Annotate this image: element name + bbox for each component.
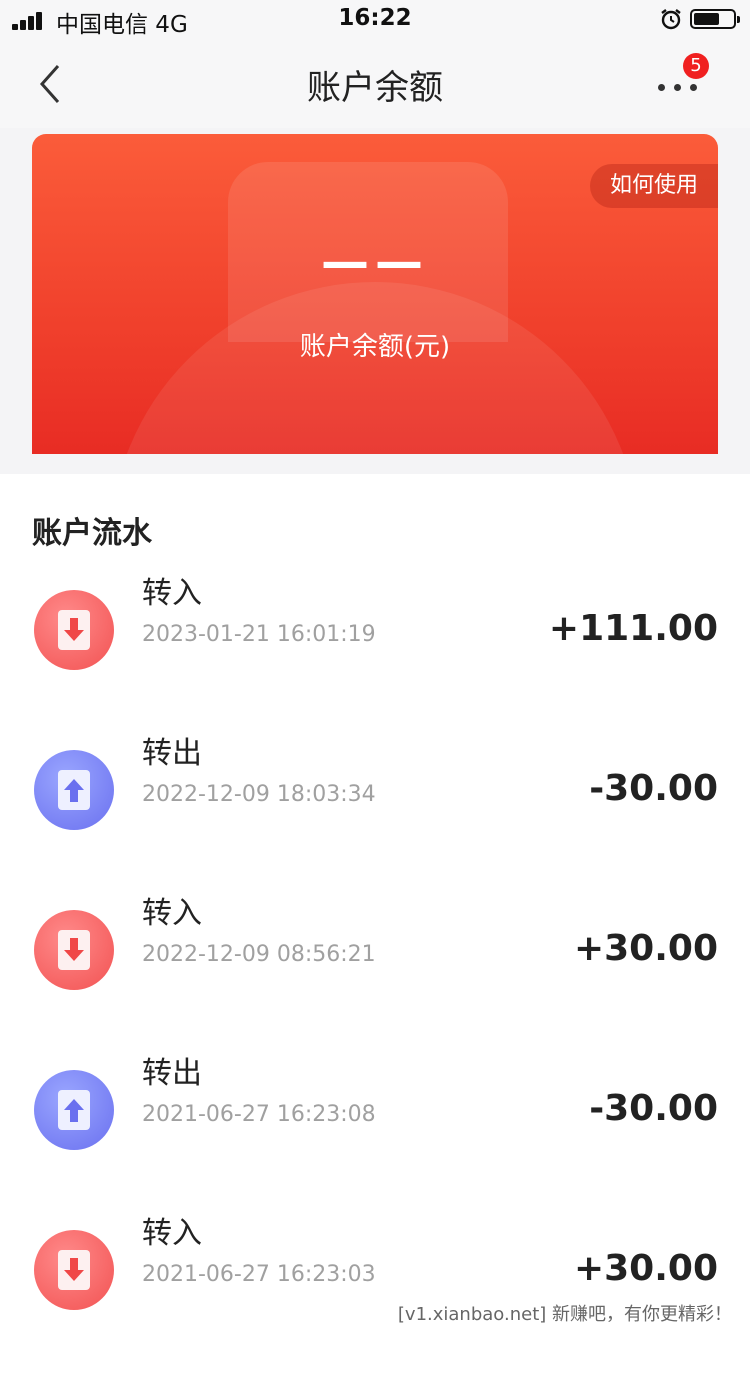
section-title: 账户流水 <box>32 516 152 551</box>
transfer-out-icon <box>34 1070 114 1150</box>
transfer-out-icon <box>34 750 114 830</box>
transaction-time: 2022-12-09 08:56:21 <box>142 942 376 967</box>
balance-header: 如何使用 —— 账户余额(元) <box>0 128 750 474</box>
transaction-amount: -30.00 <box>589 768 718 809</box>
transaction-row[interactable]: 转出 2021-06-27 16:23:08 -30.00 <box>0 1056 750 1230</box>
status-time: 16:22 <box>338 5 412 31</box>
more-dot-icon <box>674 84 681 91</box>
more-dot-icon <box>690 84 697 91</box>
transaction-type: 转入 <box>142 896 202 931</box>
transaction-amount: -30.00 <box>589 1088 718 1129</box>
transfer-in-icon <box>34 910 114 990</box>
transaction-time: 2023-01-21 16:01:19 <box>142 622 376 647</box>
status-bar: 中国电信 4G 16:22 <box>0 0 750 40</box>
transaction-row[interactable]: 转入 2022-12-09 08:56:21 +30.00 <box>0 896 750 1070</box>
watermark-text: [v1.xianbao.net] 新赚吧，有你更精彩！ <box>397 1300 732 1326</box>
transfer-in-icon <box>34 1230 114 1310</box>
transaction-type: 转入 <box>142 1216 202 1251</box>
transaction-amount: +30.00 <box>573 1248 718 1289</box>
page-title: 账户余额 <box>307 68 443 108</box>
more-dot-icon <box>658 84 665 91</box>
transaction-type: 转出 <box>142 1056 202 1091</box>
battery-fill <box>694 13 719 25</box>
balance-label: 账户余额(元) <box>299 332 451 362</box>
alarm-icon <box>661 9 681 30</box>
transaction-time: 2021-06-27 16:23:08 <box>142 1102 376 1127</box>
transaction-time: 2022-12-09 18:03:34 <box>142 782 376 807</box>
transaction-type: 转出 <box>142 736 202 771</box>
transaction-amount: +30.00 <box>573 928 718 969</box>
how-to-use-button[interactable]: 如何使用 <box>589 164 718 208</box>
transaction-row[interactable]: 转入 2023-01-21 16:01:19 +111.00 <box>0 576 750 750</box>
card-decoration-arc <box>110 282 640 454</box>
nav-bar: 账户余额 <box>0 40 750 128</box>
transaction-time: 2021-06-27 16:23:03 <box>142 1262 376 1287</box>
balance-card: 如何使用 —— 账户余额(元) <box>32 134 718 454</box>
transaction-row[interactable]: 转出 2022-12-09 18:03:34 -30.00 <box>0 736 750 910</box>
balance-value: —— <box>321 234 429 290</box>
transfer-in-icon <box>34 590 114 670</box>
notification-badge: 5 <box>683 53 709 79</box>
transaction-amount: +111.00 <box>548 608 718 649</box>
battery-icon <box>690 9 740 29</box>
transaction-type: 转入 <box>142 576 202 611</box>
